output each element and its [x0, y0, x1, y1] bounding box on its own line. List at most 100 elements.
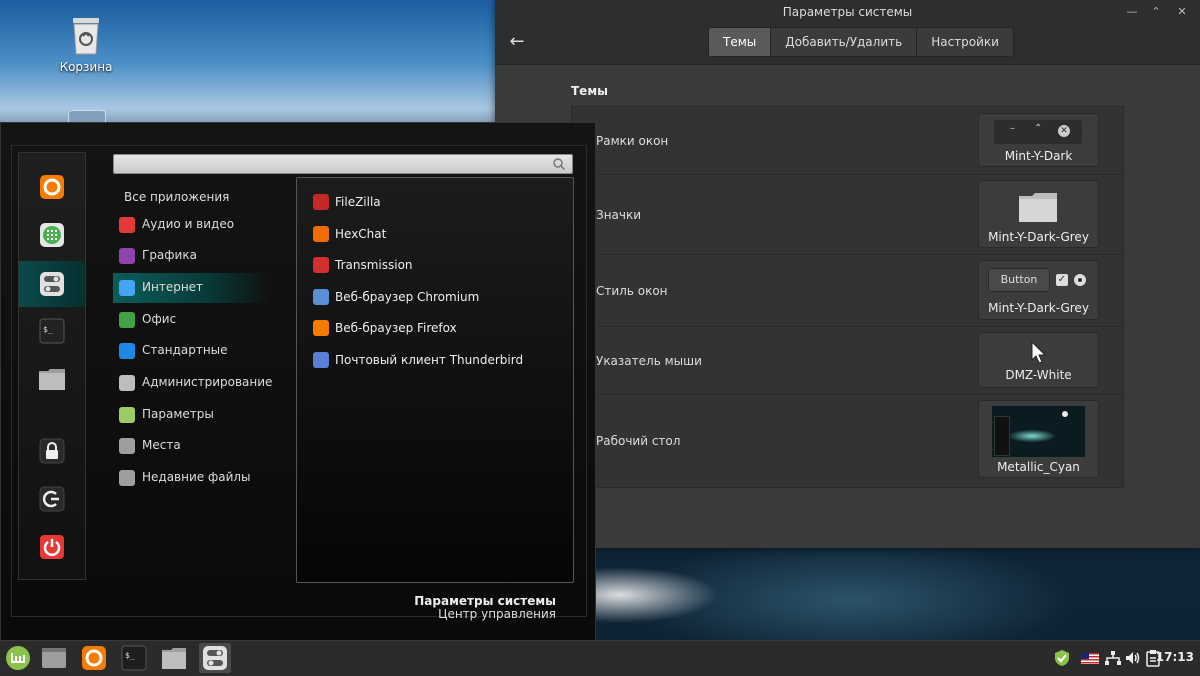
application-item[interactable]: FileZilla — [311, 190, 561, 214]
application-icon — [313, 225, 329, 242]
application-icon — [313, 257, 329, 274]
volume-icon[interactable] — [1124, 649, 1142, 667]
window-header: ← Темы Добавить/Удалить Настройки — [495, 24, 1200, 65]
update-manager-icon[interactable] — [1053, 649, 1071, 667]
favorite-logout[interactable] — [32, 479, 72, 519]
menu-footer-subtitle: Центр управления — [438, 607, 556, 621]
application-item[interactable]: Почтовый клиент Thunderbird — [311, 348, 561, 372]
all-applications-category[interactable]: Все приложения — [124, 190, 229, 204]
trash-icon — [69, 16, 103, 56]
trash-label: Корзина — [59, 60, 113, 74]
category-label: Аудио и видео — [142, 217, 235, 231]
category-item[interactable]: Офис — [113, 305, 269, 335]
icons-value: Mint-Y-Dark-Grey — [988, 230, 1089, 244]
favorite-lock-screen[interactable] — [32, 431, 72, 471]
row-label: Стиль окон — [596, 284, 668, 298]
application-icon — [313, 288, 329, 305]
favorite-files[interactable] — [32, 359, 72, 399]
application-item[interactable]: Веб-браузер Chromium — [311, 285, 561, 309]
application-label: Веб-браузер Chromium — [335, 289, 480, 304]
theme-row-desktop: Рабочий стол Metallic_Cyan — [572, 394, 1123, 486]
application-label: Почтовый клиент Thunderbird — [335, 353, 524, 367]
category-icon — [119, 343, 135, 359]
panel-clock[interactable]: 17:13 — [1156, 650, 1194, 664]
category-item[interactable]: Аудио и видео — [113, 210, 269, 240]
panel-launcher-firefox[interactable] — [78, 643, 110, 673]
software-manager-icon — [40, 223, 64, 247]
application-item[interactable]: Transmission — [311, 253, 561, 277]
minimize-icon[interactable]: — — [1124, 4, 1140, 20]
firefox-icon — [40, 175, 64, 199]
category-item[interactable]: Параметры — [113, 400, 269, 430]
category-label: Графика — [142, 248, 197, 262]
controls-button[interactable]: Button ✓ Mint-Y-Dark-Grey — [978, 260, 1099, 320]
favorite-terminal[interactable]: $_ — [32, 311, 72, 351]
lock-icon — [39, 438, 65, 464]
folder-icon — [162, 648, 186, 669]
theme-row-controls: Стиль окон Button ✓ Mint-Y-Dark-Grey — [572, 254, 1123, 327]
power-icon — [40, 535, 64, 559]
folder-icon — [1018, 191, 1058, 223]
network-icon[interactable] — [1104, 649, 1122, 667]
category-item[interactable]: Интернет — [113, 273, 269, 303]
application-list: FileZilla HexChat Transmission Веб-браузер … — [296, 177, 574, 583]
icons-button[interactable]: Mint-Y-Dark-Grey — [978, 180, 1099, 248]
panel-launcher-terminal[interactable]: $_ — [118, 643, 150, 673]
desktop-trash[interactable]: Корзина — [56, 16, 116, 74]
panel-window-system-settings[interactable] — [199, 643, 231, 673]
taskbar-panel: $_ 17:13 — [0, 640, 1200, 676]
desktop-theme-button[interactable]: Metallic_Cyan — [978, 400, 1099, 478]
back-arrow-icon[interactable]: ← — [507, 32, 527, 52]
window-titlebar[interactable]: Параметры системы — ⌃ ✕ — [495, 0, 1200, 24]
window-borders-value: Mint-Y-Dark — [1004, 149, 1073, 163]
application-icon — [313, 352, 329, 368]
category-icon — [119, 248, 135, 264]
firefox-icon — [82, 646, 106, 670]
category-item[interactable]: Стандартные — [113, 336, 269, 366]
application-item[interactable]: HexChat — [311, 222, 561, 246]
category-label: Параметры — [142, 407, 214, 421]
desktop-preview-thumbnail — [992, 406, 1085, 457]
favorite-firefox[interactable] — [32, 167, 72, 207]
menu-button[interactable] — [2, 643, 34, 673]
favorite-system-settings[interactable] — [19, 261, 85, 307]
pointer-value: DMZ-White — [1005, 368, 1072, 382]
category-icon — [119, 407, 135, 423]
application-icon — [313, 320, 329, 337]
category-label: Офис — [142, 312, 177, 326]
tab-settings[interactable]: Настройки — [916, 28, 1013, 56]
row-label: Значки — [596, 208, 642, 222]
close-icon[interactable]: ✕ — [1174, 4, 1190, 20]
category-item[interactable]: Места — [113, 431, 269, 461]
tab-add-remove[interactable]: Добавить/Удалить — [770, 28, 917, 56]
terminal-icon: $_ — [39, 318, 65, 344]
category-label: Недавние файлы — [142, 470, 251, 484]
keyboard-layout-flag-icon[interactable] — [1081, 649, 1099, 667]
radio-icon — [1074, 274, 1086, 286]
controls-value: Mint-Y-Dark-Grey — [988, 301, 1089, 315]
pointer-button[interactable]: DMZ-White — [978, 332, 1099, 388]
window-title: Параметры системы — [782, 5, 913, 19]
theme-row-pointer: Указатель мыши DMZ-White — [572, 326, 1123, 395]
preview-button: Button — [988, 268, 1050, 292]
show-desktop-button[interactable] — [38, 643, 70, 673]
category-item[interactable]: Недавние файлы — [113, 463, 269, 493]
cursor-icon — [1031, 340, 1047, 365]
themes-list: Рамки окон – ⌃ ✕ Mint-Y-Dark Значки Mint… — [571, 106, 1124, 488]
favorite-shutdown[interactable] — [32, 527, 72, 567]
application-item[interactable]: Веб-браузер Firefox — [311, 316, 561, 340]
panel-launcher-files[interactable] — [158, 643, 190, 673]
maximize-icon: ⌃ — [1034, 123, 1043, 134]
show-desktop-icon — [42, 648, 66, 668]
favorite-software-manager[interactable] — [32, 215, 72, 255]
application-label: FileZilla — [335, 195, 381, 209]
category-item[interactable]: Администрирование — [113, 368, 272, 398]
menu-search-input[interactable] — [113, 154, 573, 174]
window-borders-button[interactable]: – ⌃ ✕ Mint-Y-Dark — [978, 113, 1099, 167]
search-icon — [553, 158, 566, 171]
maximize-icon[interactable]: ⌃ — [1148, 4, 1164, 20]
category-item[interactable]: Графика — [113, 241, 269, 271]
folder-icon — [39, 369, 65, 390]
desktop-theme-value: Metallic_Cyan — [997, 460, 1080, 474]
tab-themes[interactable]: Темы — [709, 28, 771, 56]
